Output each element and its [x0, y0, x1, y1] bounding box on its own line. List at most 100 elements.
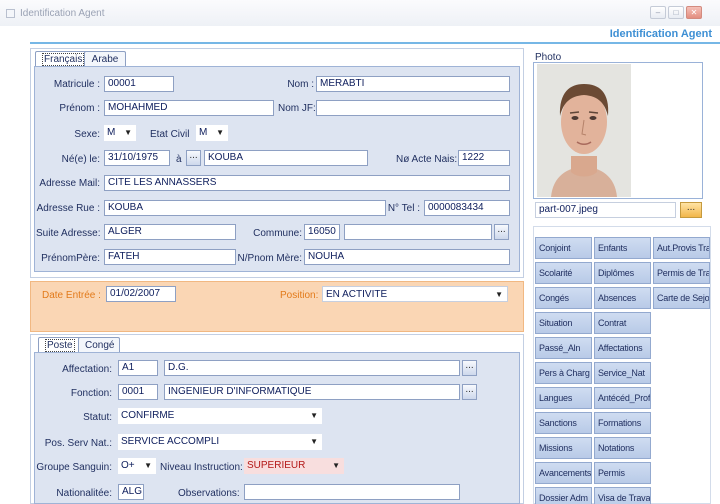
tab-arabe[interactable]: Arabe [84, 51, 126, 66]
commune-name-field[interactable] [344, 224, 492, 240]
identity-panel [34, 66, 520, 272]
position-select[interactable]: EN ACTIVITE ▼ [322, 286, 508, 302]
side-button-cong-s[interactable]: Congés [535, 287, 592, 309]
pere-field[interactable]: FATEH [104, 249, 236, 265]
side-button-service-nat[interactable]: Service_Nat [594, 362, 651, 384]
chevron-down-icon: ▼ [216, 128, 224, 137]
matricule-field[interactable]: 00001 [104, 76, 174, 92]
side-button-situation[interactable]: Situation [535, 312, 592, 334]
date-entree-label: Date Entrée : [42, 290, 101, 301]
side-button-sanctions[interactable]: Sanctions [535, 412, 592, 434]
side-button-absences[interactable]: Absences [594, 287, 651, 309]
app-title: Identification Agent [609, 28, 712, 40]
nationalite-label: Nationalitée: [56, 488, 112, 499]
prenom-field[interactable]: MOHAHMED [104, 100, 274, 116]
minimize-icon[interactable]: – [650, 6, 666, 19]
sanguin-select[interactable]: O+ ▼ [118, 458, 156, 474]
tel-field[interactable]: 0000083434 [424, 200, 510, 216]
close-icon[interactable]: ✕ [686, 6, 702, 19]
header-divider [30, 42, 720, 44]
sanguin-label: Groupe Sanguin: [36, 462, 112, 473]
mail-field[interactable]: CITE LES ANNASSERS [104, 175, 510, 191]
tab-francais[interactable]: Français [35, 51, 92, 66]
chevron-down-icon: ▼ [332, 461, 340, 470]
side-button-scolarit-[interactable]: Scolarité [535, 262, 592, 284]
affectation-code-field[interactable]: A1 [118, 360, 158, 376]
serv-nat-label: Pos. Serv Nat.: [44, 438, 112, 449]
serv-nat-select[interactable]: SERVICE ACCOMPLI ▼ [118, 434, 322, 450]
matricule-label: Matricule : [53, 79, 100, 90]
observations-field[interactable] [244, 484, 460, 500]
acte-field[interactable]: 1222 [458, 150, 510, 166]
side-button-pers-charg[interactable]: Pers à Charg [535, 362, 592, 384]
side-button-notations[interactable]: Notations [594, 437, 651, 459]
commune-label: Commune: [253, 228, 302, 239]
window-icon [6, 9, 15, 18]
fonction-browse-button[interactable]: ... [462, 384, 477, 400]
affectation-field[interactable]: D.G. [164, 360, 460, 376]
affectation-browse-button[interactable]: ... [462, 360, 477, 376]
etat-civil-label: Etat Civil [150, 129, 190, 140]
commune-browse-button[interactable]: ... [494, 224, 509, 240]
tel-label: N° Tel : [387, 203, 420, 214]
fonction-label: Fonction: [70, 388, 112, 399]
side-button-visa-de-travail[interactable]: Visa de Travail [594, 487, 651, 504]
side-button-avancements[interactable]: Avancements [535, 462, 592, 484]
statut-label: Statut: [83, 412, 112, 423]
side-button-ant-c-d-prof[interactable]: Antécéd_Prof [594, 387, 651, 409]
side-button-permis[interactable]: Permis [594, 462, 651, 484]
rue-label: Adresse Rue : [36, 203, 100, 214]
ne-le-label: Né(e) le: [61, 154, 100, 165]
sexe-label: Sexe: [74, 129, 100, 140]
ne-le-field[interactable]: 31/10/1975 [104, 150, 170, 166]
affectation-label: Affectation: [62, 364, 112, 375]
nom-field[interactable]: MERABTI [316, 76, 510, 92]
tab-conge[interactable]: Congé [78, 337, 120, 352]
side-button-conjoint[interactable]: Conjoint [535, 237, 592, 259]
statut-select[interactable]: CONFIRME ▼ [118, 408, 322, 424]
nationalite-field[interactable]: ALG [118, 484, 144, 500]
side-button-formations[interactable]: Formations [594, 412, 651, 434]
nomjf-label: Nom JF: [278, 103, 316, 114]
side-button-enfants[interactable]: Enfants [594, 237, 651, 259]
side-button-aut-provis-trav[interactable]: Aut.Provis Trav [653, 237, 710, 259]
side-button-dipl-mes[interactable]: Diplômes [594, 262, 651, 284]
side-button-pass-aln[interactable]: Passé_Aln [535, 337, 592, 359]
chevron-down-icon: ▼ [495, 290, 503, 299]
side-button-missions[interactable]: Missions [535, 437, 592, 459]
tab-poste[interactable]: Poste [38, 337, 82, 352]
date-entree-field[interactable]: 01/02/2007 [106, 286, 176, 302]
photo-browse-button[interactable]: ... [680, 202, 702, 218]
suite-field[interactable]: ALGER [104, 224, 236, 240]
side-button-langues[interactable]: Langues [535, 387, 592, 409]
title-bar [0, 0, 720, 26]
mere-field[interactable]: NOUHA [304, 249, 510, 265]
side-button-contrat[interactable]: Contrat [594, 312, 651, 334]
rue-field[interactable]: KOUBA [104, 200, 386, 216]
lieu-field[interactable]: KOUBA [204, 150, 368, 166]
side-button-carte-de-sejour[interactable]: Carte de Sejour [653, 287, 710, 309]
chevron-down-icon: ▼ [144, 461, 152, 470]
fonction-code-field[interactable]: 0001 [118, 384, 158, 400]
niveau-select[interactable]: SUPERIEUR ▼ [244, 458, 344, 474]
photo-filename-field[interactable]: part-007.jpeg [535, 202, 676, 218]
fonction-field[interactable]: INGENIEUR D'INFORMATIQUE [164, 384, 460, 400]
prenom-label: Prénom : [59, 103, 100, 114]
maximize-icon[interactable]: □ [668, 6, 684, 19]
side-button-dossier-adm[interactable]: Dossier Adm [535, 487, 592, 504]
sexe-select[interactable]: M ▼ [104, 125, 136, 141]
lieu-browse-button[interactable]: ... [186, 150, 201, 166]
observations-label: Observations: [178, 488, 240, 499]
mere-label: N/Pnom Mère: [237, 253, 302, 264]
etat-civil-select[interactable]: M ▼ [196, 125, 228, 141]
commune-code-field[interactable]: 16050 [304, 224, 340, 240]
side-button-permis-de-trav[interactable]: Permis de Trav [653, 262, 710, 284]
suite-label: Suite Adresse: [36, 228, 101, 239]
nomjf-field[interactable] [316, 100, 510, 116]
position-label: Position: [280, 290, 319, 301]
chevron-down-icon: ▼ [310, 437, 318, 446]
nom-label: Nom : [287, 79, 314, 90]
acte-label: Nø Acte Nais: [396, 154, 458, 165]
side-button-affectations[interactable]: Affectations [594, 337, 651, 359]
person-portrait [537, 64, 631, 197]
